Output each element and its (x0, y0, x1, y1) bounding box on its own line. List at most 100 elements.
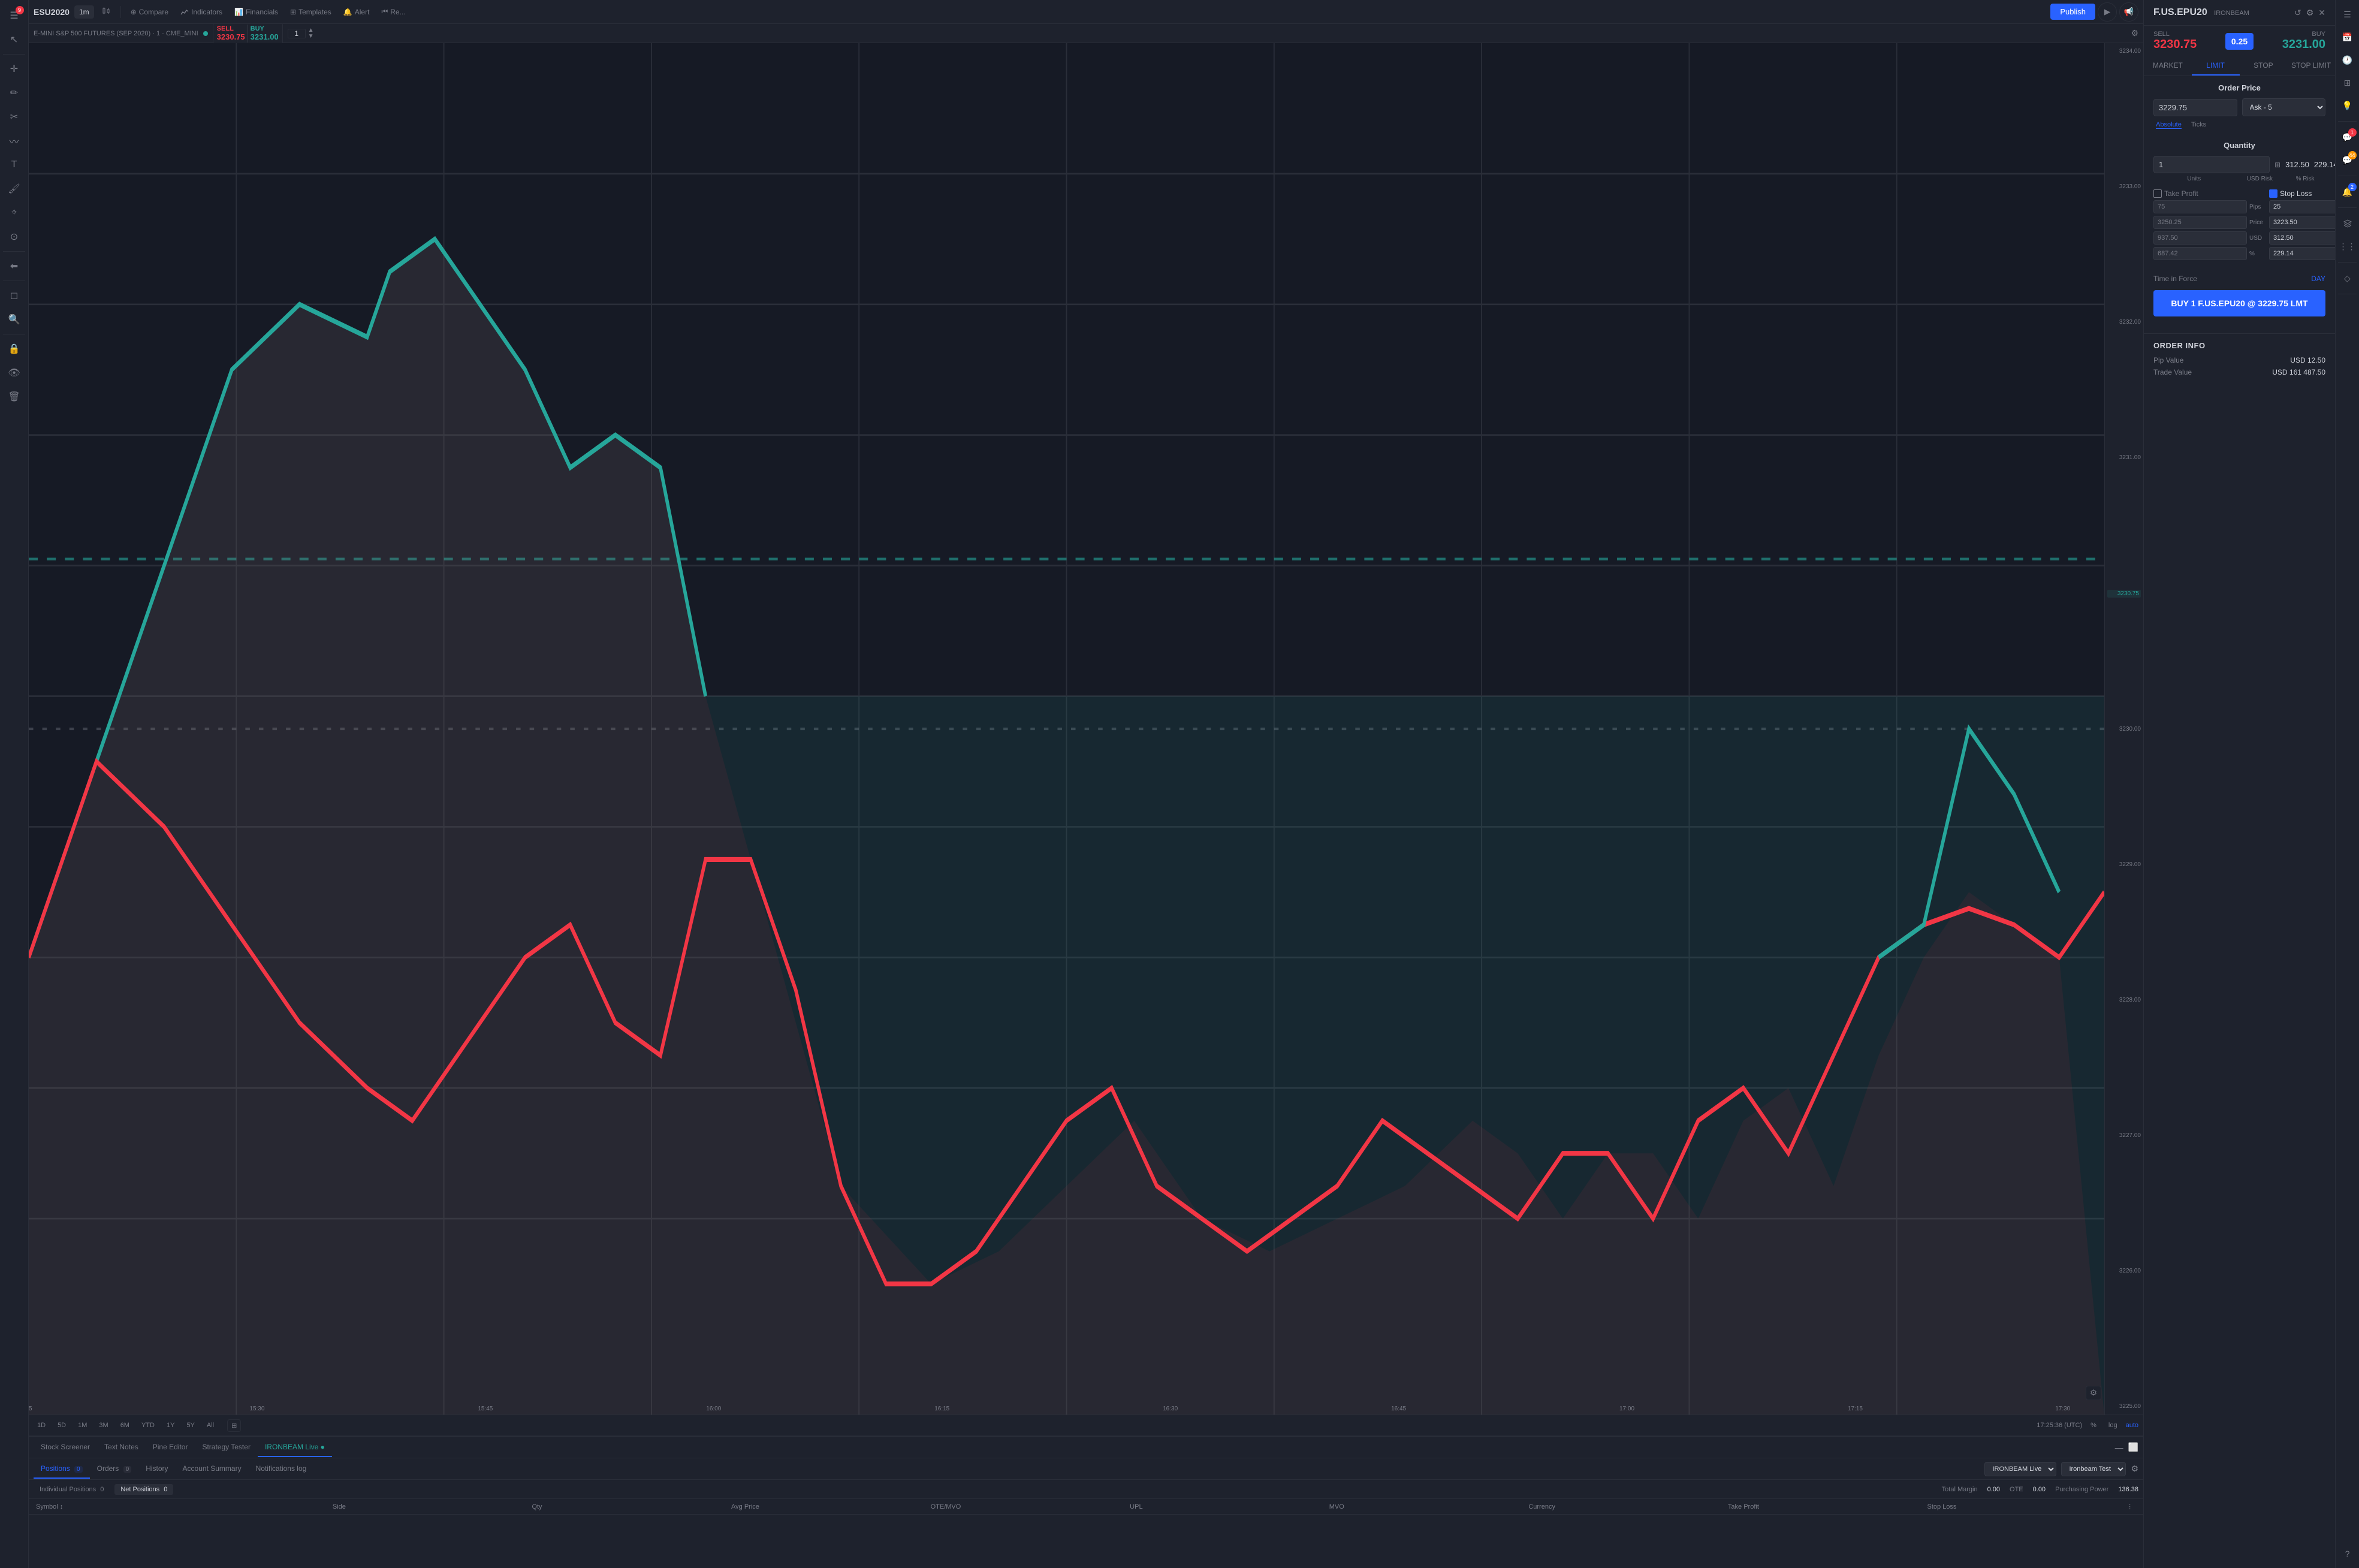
buy-order-button[interactable]: BUY 1 F.US.EPU20 @ 3229.75 LMT (2153, 290, 2325, 316)
rp-settings-btn[interactable]: ⚙ (2306, 8, 2314, 18)
sidebar-magnet-icon[interactable]: ⊙ (4, 226, 25, 248)
sidebar-menu-icon[interactable]: ☰ 9 (4, 5, 25, 26)
play-button[interactable]: ▶ (2098, 2, 2117, 22)
sl-pct-input[interactable] (2269, 247, 2335, 260)
tab-stock-screener[interactable]: Stock Screener (34, 1438, 97, 1457)
period-3m[interactable]: 3M (95, 1420, 111, 1431)
re-bulb-icon[interactable]: 💡 (2338, 96, 2357, 115)
re-diamond-icon[interactable]: ◇ (2338, 269, 2357, 288)
tif-value[interactable]: DAY (2311, 275, 2325, 283)
chart-canvas[interactable]: 3234.00 3233.00 3232.00 3231.00 3230.75 … (29, 43, 2143, 1415)
period-5d[interactable]: 5D (54, 1420, 70, 1431)
panel-minimize-btn[interactable]: — (2115, 1443, 2123, 1452)
absolute-toggle[interactable]: Absolute (2156, 121, 2182, 129)
replay-btn[interactable]: ⏮ Re... (376, 5, 410, 19)
sidebar-crosshair-icon[interactable]: ✛ (4, 58, 25, 80)
tp-checkbox[interactable] (2153, 189, 2162, 198)
calculator-icon[interactable]: ⊞ (2274, 161, 2280, 169)
re-watchlist-icon[interactable]: ☰ (2338, 5, 2357, 24)
tab-ironbeam-live[interactable]: IRONBEAM Live ● (258, 1438, 332, 1457)
filter-individual-btn[interactable]: Individual Positions 0 (34, 1484, 110, 1495)
qty-input[interactable] (288, 29, 306, 38)
subtab-notifications-log[interactable]: Notifications log (249, 1460, 314, 1479)
auto-mode-btn[interactable]: auto (2126, 1422, 2138, 1429)
tp-usd-input[interactable] (2153, 231, 2247, 245)
sound-button[interactable]: 📢 (2119, 2, 2138, 22)
financials-btn[interactable]: 📊 Financials (230, 5, 283, 19)
order-tab-limit[interactable]: LIMIT (2192, 56, 2240, 76)
chart-bottom-settings-btn[interactable]: ⚙ (2086, 1386, 2101, 1400)
sidebar-node-icon[interactable]: ⌖ (4, 202, 25, 224)
sidebar-trash-icon[interactable]: 🗑 (4, 386, 25, 408)
qty-down-arrow[interactable]: ▼ (308, 34, 314, 40)
sl-usd-input[interactable] (2269, 231, 2335, 245)
sl-price-input[interactable] (2269, 216, 2335, 229)
tp-pips-input[interactable] (2153, 200, 2247, 213)
sidebar-text-icon[interactable]: T (4, 154, 25, 176)
tab-pine-editor[interactable]: Pine Editor (146, 1438, 195, 1457)
price-input[interactable] (2153, 99, 2237, 116)
qty-large-input[interactable] (2153, 156, 2270, 173)
sidebar-back-icon[interactable]: ⬅ (4, 255, 25, 277)
re-chat1-icon[interactable]: 💬 1 (2338, 128, 2357, 147)
ticks-toggle[interactable]: Ticks (2191, 121, 2206, 129)
sidebar-eye-icon[interactable]: 👁 (4, 362, 25, 384)
sidebar-cursor-icon[interactable]: ↖ (4, 29, 25, 50)
order-tab-stop-limit[interactable]: STOP LIMIT (2287, 56, 2335, 76)
re-chat2-icon[interactable]: 💬 44 (2338, 150, 2357, 170)
timeframe-1m[interactable]: 1m (74, 5, 94, 19)
sidebar-zoom-icon[interactable]: 🔍 (4, 309, 25, 330)
sl-pips-input[interactable] (2269, 200, 2335, 213)
period-1d[interactable]: 1D (34, 1420, 49, 1431)
log-mode-btn[interactable]: log (2105, 1420, 2121, 1431)
period-1m[interactable]: 1M (74, 1420, 91, 1431)
re-settings-icon[interactable]: ⋮⋮ (2338, 237, 2357, 256)
panel-settings-btn[interactable]: ⚙ (2131, 1464, 2138, 1474)
rp-refresh-btn[interactable]: ↺ (2294, 8, 2301, 18)
percent-mode-btn[interactable]: % (2087, 1420, 2100, 1431)
period-1y[interactable]: 1Y (163, 1420, 178, 1431)
sidebar-wave-icon[interactable]: 〰 (4, 130, 25, 152)
re-layers-icon[interactable] (2338, 214, 2357, 233)
tab-strategy-tester[interactable]: Strategy Tester (195, 1438, 257, 1457)
alert-btn[interactable]: 🔔 Alert (339, 5, 375, 19)
sl-checkbox[interactable] (2269, 189, 2277, 198)
chart-type-btn[interactable] (96, 4, 116, 20)
chart-settings-btn[interactable]: ⚙ (2131, 28, 2138, 38)
broker-selector[interactable]: IRONBEAM Live (1984, 1462, 2056, 1476)
panel-maximize-btn[interactable]: ⬜ (2128, 1442, 2138, 1452)
re-help-icon[interactable]: ? (2338, 1544, 2357, 1563)
subtab-account-summary[interactable]: Account Summary (176, 1460, 249, 1479)
sidebar-lock-icon[interactable]: 🔒 (4, 338, 25, 360)
period-ytd[interactable]: YTD (138, 1420, 158, 1431)
re-calendar-icon[interactable]: 📅 (2338, 28, 2357, 47)
tab-text-notes[interactable]: Text Notes (97, 1438, 146, 1457)
subtab-history[interactable]: History (138, 1460, 175, 1479)
indicators-btn[interactable]: Indicators (176, 5, 227, 19)
qty-up-arrow[interactable]: ▲ (308, 28, 314, 34)
tp-pct-input[interactable] (2153, 247, 2247, 260)
templates-btn[interactable]: ⊞ Templates (285, 5, 336, 19)
re-grid-icon[interactable]: ⊞ (2338, 73, 2357, 92)
sidebar-brush-icon[interactable]: 🖌 (4, 178, 25, 200)
rp-close-btn[interactable]: ✕ (2318, 8, 2325, 18)
compare-btn[interactable]: ⊕ Compare (126, 5, 173, 19)
re-clock-icon[interactable]: 🕐 (2338, 50, 2357, 70)
price-modifier-select[interactable]: Ask - 5 (2242, 98, 2326, 116)
sidebar-pencil-icon[interactable]: ✏ (4, 82, 25, 104)
order-tab-market[interactable]: MARKET (2144, 56, 2192, 76)
account-selector[interactable]: Ironbeam Test (2061, 1462, 2126, 1476)
period-6m[interactable]: 6M (117, 1420, 133, 1431)
subtab-positions[interactable]: Positions 0 (34, 1460, 90, 1479)
order-tab-stop[interactable]: STOP (2240, 56, 2288, 76)
sidebar-scissors-icon[interactable]: ✂ (4, 106, 25, 128)
filter-net-btn[interactable]: Net Positions 0 (114, 1484, 173, 1495)
re-bell-icon[interactable]: 🔔 2 (2338, 182, 2357, 201)
period-5y[interactable]: 5Y (183, 1420, 198, 1431)
sidebar-ruler-icon[interactable]: ◻ (4, 285, 25, 306)
subtab-orders[interactable]: Orders 0 (90, 1460, 139, 1479)
th-more[interactable]: ⋮ (2124, 1501, 2138, 1512)
period-all[interactable]: All (203, 1420, 218, 1431)
calendar-range-btn[interactable]: ⊞ (227, 1419, 241, 1432)
tp-price-input[interactable] (2153, 216, 2247, 229)
